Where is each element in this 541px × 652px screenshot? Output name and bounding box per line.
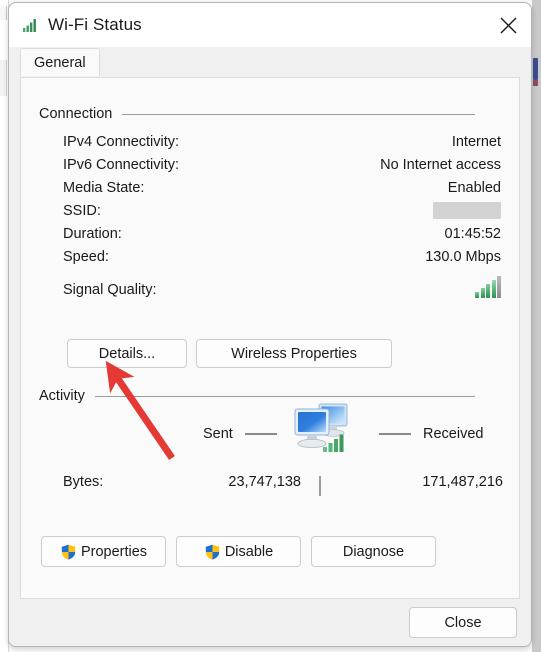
wifi-signal-bars-icon [23, 18, 39, 32]
properties-button[interactable]: Properties [41, 536, 166, 567]
connection-group-header: Connection [39, 106, 503, 122]
dialog-footer: Close [9, 599, 531, 646]
received-dash [379, 433, 411, 435]
row-ipv4-connectivity: IPv4 Connectivity: Internet [63, 130, 501, 153]
row-signal-quality: Signal Quality: [63, 268, 501, 298]
ssid-label: SSID: [63, 202, 101, 219]
title-bar: Wi-Fi Status [9, 3, 531, 47]
speed-value: 130.0 Mbps [425, 248, 501, 265]
speed-label: Speed: [63, 248, 109, 265]
row-duration: Duration: 01:45:52 [63, 222, 501, 245]
window-title: Wi-Fi Status [48, 15, 142, 34]
activity-group-divider [94, 395, 475, 397]
bytes-received-value: 171,487,216 [422, 474, 503, 490]
background-window-right-edge [532, 0, 541, 652]
background-window-accent [533, 58, 538, 80]
connection-rows: IPv4 Connectivity: Internet IPv6 Connect… [63, 130, 501, 298]
ipv4-connectivity-label: IPv4 Connectivity: [63, 133, 180, 150]
ipv6-connectivity-value: No Internet access [380, 156, 501, 173]
signal-bars-icon [475, 276, 501, 298]
ssid-value-redacted [433, 202, 501, 219]
connection-group-label: Connection [39, 106, 113, 122]
background-window-decoration-mid [0, 60, 7, 96]
duration-label: Duration: [63, 225, 122, 242]
sent-dash [244, 433, 277, 435]
ipv6-connectivity-label: IPv6 Connectivity: [63, 156, 180, 173]
wifi-status-dialog: Wi-Fi Status General Connection IPv4 Con… [8, 2, 532, 647]
connection-group-divider [122, 113, 475, 115]
row-ipv6-connectivity: IPv6 Connectivity: No Internet access [63, 153, 501, 176]
tab-strip: General [9, 47, 531, 76]
ipv4-connectivity-value: Internet [451, 133, 501, 150]
bytes-sent-value: 23,747,138 [228, 474, 301, 490]
activity-center-divider [319, 476, 321, 496]
properties-button-label: Properties [80, 543, 148, 560]
general-tab-panel: Connection IPv4 Connectivity: Internet I… [20, 77, 520, 599]
network-activity-computers-icon [289, 400, 353, 458]
uac-shield-icon [60, 543, 77, 561]
sent-label: Sent [203, 426, 233, 442]
close-button[interactable]: Close [409, 607, 517, 638]
signal-quality-label: Signal Quality: [63, 282, 157, 298]
sent-label-row: Sent [203, 426, 277, 442]
details-button[interactable]: Details... [67, 339, 187, 368]
activity-group-label: Activity [39, 388, 85, 404]
close-icon[interactable] [485, 3, 531, 47]
received-label-row: Received [379, 426, 483, 442]
row-ssid: SSID: [63, 199, 501, 222]
tab-general[interactable]: General [20, 48, 100, 76]
duration-value: 01:45:52 [444, 225, 501, 242]
disable-button[interactable]: Disable [176, 536, 301, 567]
media-state-value: Enabled [447, 179, 501, 196]
tab-general-label: General [34, 54, 86, 71]
row-media-state: Media State: Enabled [63, 176, 501, 199]
media-state-label: Media State: [63, 179, 145, 196]
activity-group-header: Activity [39, 388, 503, 404]
wireless-properties-button[interactable]: Wireless Properties [196, 339, 392, 368]
background-window-decoration-top [0, 6, 7, 20]
uac-shield-icon [204, 543, 221, 561]
row-speed: Speed: 130.0 Mbps [63, 245, 501, 268]
disable-button-label: Disable [224, 543, 274, 560]
diagnose-button[interactable]: Diagnose [311, 536, 436, 567]
background-window-accent-secondary [533, 80, 538, 86]
bytes-label: Bytes: [63, 474, 104, 490]
received-label: Received [423, 426, 484, 442]
